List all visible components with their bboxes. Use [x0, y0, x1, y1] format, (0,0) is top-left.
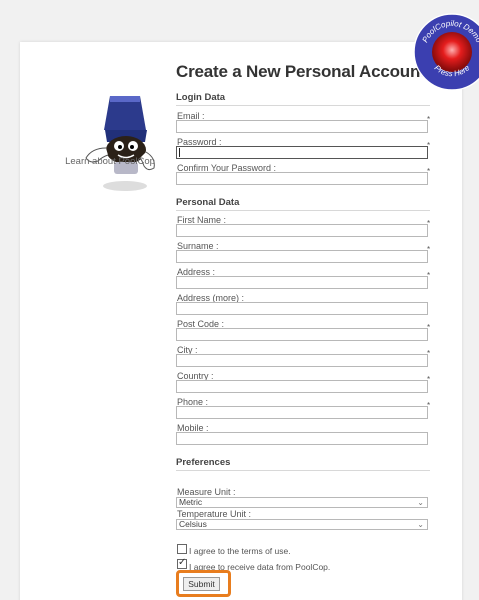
city-field[interactable] [176, 354, 428, 367]
page-title: Create a New Personal Account [176, 62, 426, 81]
country-field[interactable] [176, 380, 428, 393]
checkmark-icon: ✓ [178, 557, 187, 568]
page-card: Learn about PoolCop Create a New Persona… [20, 42, 462, 600]
submit-button[interactable]: Submit [183, 577, 220, 591]
section-preferences: Preferences [176, 457, 430, 471]
chevron-down-icon: ⌄ [417, 520, 424, 529]
submit-highlight: Submit [176, 570, 231, 597]
text-cursor [179, 148, 180, 157]
measure-unit-value: Metric [179, 497, 203, 507]
temperature-unit-select[interactable]: Celsius ⌄ [176, 519, 428, 530]
measure-unit-select[interactable]: Metric ⌄ [176, 497, 428, 508]
temperature-unit-value: Celsius [179, 519, 207, 529]
mobile-field[interactable] [176, 432, 428, 445]
address-field[interactable] [176, 276, 428, 289]
receive-data-checkbox[interactable]: ✓ [177, 557, 187, 569]
section-personal-data: Personal Data [176, 197, 430, 211]
learn-about-link[interactable]: Learn about PoolCop [50, 156, 170, 167]
terms-label: I agree to the terms of use. [189, 546, 291, 556]
first-name-field[interactable] [176, 224, 428, 237]
section-login-data: Login Data [176, 92, 430, 106]
chevron-down-icon: ⌄ [417, 498, 424, 507]
phone-field[interactable] [176, 406, 428, 419]
poolcop-mascot-icon [85, 96, 155, 191]
terms-checkbox[interactable] [177, 544, 187, 554]
poolcopilot-demo-badge[interactable]: PoolCopilot Demo Press Here [413, 13, 479, 91]
email-field[interactable] [176, 120, 428, 133]
confirm-password-field[interactable] [176, 172, 428, 185]
post-code-field[interactable] [176, 328, 428, 341]
password-field[interactable] [176, 146, 428, 159]
measure-unit-label: Measure Unit : [177, 487, 236, 497]
temperature-unit-label: Temperature Unit : [177, 509, 252, 519]
address-more-field[interactable] [176, 302, 428, 315]
surname-field[interactable] [176, 250, 428, 263]
